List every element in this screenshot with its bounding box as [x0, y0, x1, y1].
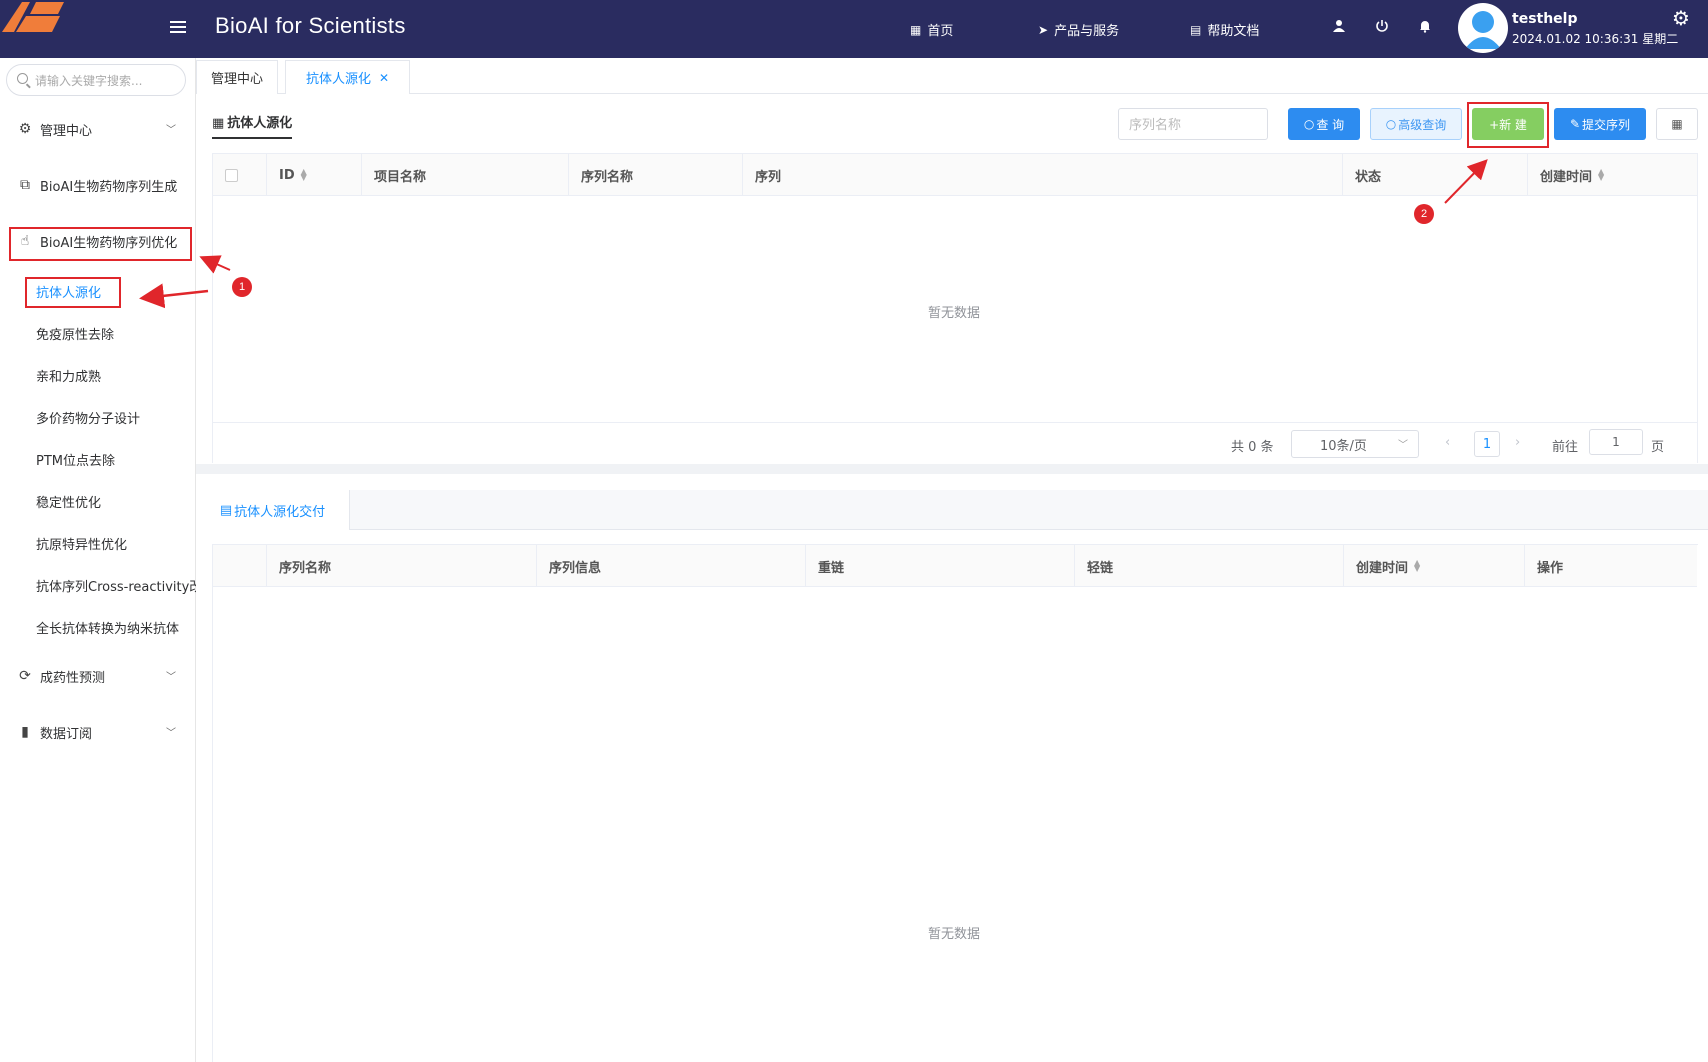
search-icon — [17, 73, 28, 84]
annotation-step-1: 1 — [232, 277, 252, 297]
column-header-project-name: 项目名称 — [362, 154, 569, 196]
column-header-sequence: 序列 — [743, 154, 1343, 196]
section-separator — [196, 464, 1708, 474]
column-header-light-chain: 轻链 — [1075, 545, 1344, 587]
query-button[interactable]: ○ 查 询 — [1288, 108, 1360, 140]
sort-icon[interactable]: ▲ ▼ — [301, 168, 307, 182]
sidebar-subitem-stability-optimization[interactable]: 稳定性优化 — [36, 492, 101, 511]
power-icon[interactable] — [1373, 19, 1391, 37]
chevron-down-icon: ﹀ — [166, 728, 176, 739]
grid-icon: ▦ — [910, 22, 922, 37]
submit-sequence-button[interactable]: ✎ 提交序列 — [1554, 108, 1646, 140]
column-header-heavy-chain: 重链 — [806, 545, 1075, 587]
delivery-table-header: 序列名称 序列信息 重链 轻链 创建时间 ▲ ▼ 操作 — [213, 545, 1697, 587]
column-header-blank — [213, 545, 267, 587]
menu-toggle-icon[interactable] — [170, 18, 190, 38]
tab-antibody-humanization[interactable]: 抗体人源化 ✕ — [285, 60, 411, 94]
gear-icon: ⚙ — [18, 121, 32, 137]
new-button[interactable]: +新 建 — [1472, 108, 1544, 140]
chevron-down-icon: ﹀ — [166, 672, 176, 683]
column-header-sequence-name: 序列名称 — [569, 154, 743, 196]
column-header-status: 状态 — [1343, 154, 1528, 196]
page-size-select[interactable]: 10条/页 ﹀ — [1291, 430, 1419, 458]
sidebar-item-data-subscription[interactable]: ▮ 数据订阅 ﹀ — [0, 712, 196, 752]
export-icon: ⧉ — [20, 177, 30, 193]
bell-icon[interactable] — [1416, 19, 1434, 37]
user-name: testhelp — [1512, 11, 1578, 27]
sort-icon[interactable]: ▲ ▼ — [1414, 559, 1420, 573]
nav-help-docs[interactable]: ▤ 帮助文档 — [1190, 20, 1259, 40]
tabs-bar: 管理中心 抗体人源化 ✕ — [196, 58, 1708, 94]
sidebar-subitem-affinity-maturation[interactable]: 亲和力成熟 — [36, 366, 101, 385]
bar-chart-icon: ▮ — [21, 724, 29, 740]
annotation-step-2: 2 — [1414, 204, 1434, 224]
sidebar-item-management[interactable]: ⚙ 管理中心 ﹀ — [0, 109, 196, 149]
column-header-created-time[interactable]: 创建时间 ▲ ▼ — [1528, 154, 1697, 196]
goto-label: 前往 — [1552, 440, 1579, 455]
sidebar-subitem-cross-reactivity[interactable]: 抗体序列Cross-reactivity改 — [36, 576, 196, 595]
sort-icon[interactable]: ▲ ▼ — [1598, 168, 1604, 182]
empty-state-text: 暂无数据 — [928, 927, 981, 942]
user-icon[interactable] — [1330, 19, 1348, 37]
next-page-icon[interactable]: › — [1515, 435, 1520, 450]
gear-icon[interactable]: ⚙ — [1672, 6, 1690, 30]
select-all-checkbox[interactable] — [213, 154, 267, 196]
current-page-button[interactable]: 1 — [1474, 431, 1500, 457]
sidebar-item-druggability[interactable]: ⟳ 成药性预测 ﹀ — [0, 656, 196, 696]
annotation-highlight-humanization — [25, 277, 121, 308]
refresh-icon: ⟳ — [19, 668, 31, 684]
sequence-name-search-input[interactable] — [1118, 108, 1268, 140]
edit-icon: ✎ — [1569, 117, 1581, 131]
column-header-sequence-info: 序列信息 — [537, 545, 806, 587]
sidebar-search-input[interactable]: 请输入关键字搜索... — [6, 64, 186, 96]
delivery-tabs-bar: ▤ 抗体人源化交付 — [196, 490, 1708, 530]
advanced-query-button[interactable]: ○ 高级查询 — [1370, 108, 1462, 140]
column-header-created-time[interactable]: 创建时间 ▲ ▼ — [1344, 545, 1525, 587]
page-suffix: 页 — [1651, 440, 1665, 455]
search-icon: ○ — [1385, 117, 1397, 131]
document-icon: ▤ — [219, 502, 233, 518]
humanization-table: ID ▲ ▼ 项目名称 序列名称 序列 状态 创建时间 ▲ ▼ 暂无数据 共 0 条… — [212, 153, 1698, 463]
send-icon: ➤ — [1038, 22, 1049, 37]
column-header-actions: 操作 — [1537, 560, 1564, 576]
nav-home[interactable]: ▦ 首页 — [910, 20, 953, 40]
sidebar-subitem-ptm-removal[interactable]: PTM位点去除 — [36, 450, 115, 469]
nav-products[interactable]: ➤ 产品与服务 — [1038, 20, 1119, 40]
column-header-id[interactable]: ID ▲ ▼ — [267, 154, 362, 196]
app-logo — [2, 2, 64, 32]
sidebar-subitem-immunogenicity-removal[interactable]: 免疫原性去除 — [36, 324, 114, 343]
chevron-down-icon: ﹀ — [1398, 440, 1408, 451]
column-header-sequence-name: 序列名称 — [267, 545, 537, 587]
close-icon[interactable]: ✕ — [379, 71, 389, 85]
app-title: BioAI for Scientists — [215, 13, 406, 38]
grid-icon: ▦ — [212, 116, 225, 131]
table-header: ID ▲ ▼ 项目名称 序列名称 序列 状态 创建时间 ▲ ▼ — [213, 154, 1697, 196]
prev-page-icon[interactable]: ‹ — [1445, 435, 1450, 450]
chevron-down-icon: ﹀ — [166, 125, 176, 136]
panel-title: ▦ 抗体人源化 — [212, 112, 293, 139]
pager-total: 共 0 条 — [1231, 440, 1274, 455]
sidebar-subitem-multivalent-design[interactable]: 多价药物分子设计 — [36, 408, 140, 427]
sidebar-subitem-nanobody-conversion[interactable]: 全长抗体转换为纳米抗体 — [36, 618, 179, 637]
empty-state-text: 暂无数据 — [928, 306, 981, 321]
tab-management[interactable]: 管理中心 — [196, 60, 279, 94]
avatar[interactable] — [1458, 3, 1508, 53]
current-datetime: 2024.01.02 10:36:31 星期二 — [1512, 32, 1679, 46]
doc-icon: ▤ — [1190, 22, 1202, 37]
sidebar: 请输入关键字搜索... ⚙ 管理中心 ﹀ ⧉ BioAI生物药物序列生成 ☝ B… — [0, 58, 196, 1062]
search-icon: ○ — [1303, 117, 1315, 131]
annotation-highlight-optimization — [9, 227, 192, 261]
sidebar-item-sequence-generation[interactable]: ⧉ BioAI生物药物序列生成 — [0, 165, 196, 205]
delivery-table: 序列名称 序列信息 重链 轻链 创建时间 ▲ ▼ 操作 暂无数据 — [212, 544, 1698, 1062]
goto-page-input[interactable]: 1 — [1589, 429, 1643, 455]
table-divider — [213, 422, 1697, 423]
tab-delivery[interactable]: ▤ 抗体人源化交付 — [196, 490, 350, 530]
sidebar-subitem-antigen-specificity[interactable]: 抗原特异性优化 — [36, 534, 127, 553]
grid-icon: ▦ — [1671, 117, 1683, 131]
column-settings-button[interactable]: ▦ — [1656, 108, 1698, 140]
top-header: BioAI for Scientists ▦ 首页 ➤ 产品与服务 ▤ 帮助文档… — [0, 0, 1708, 58]
